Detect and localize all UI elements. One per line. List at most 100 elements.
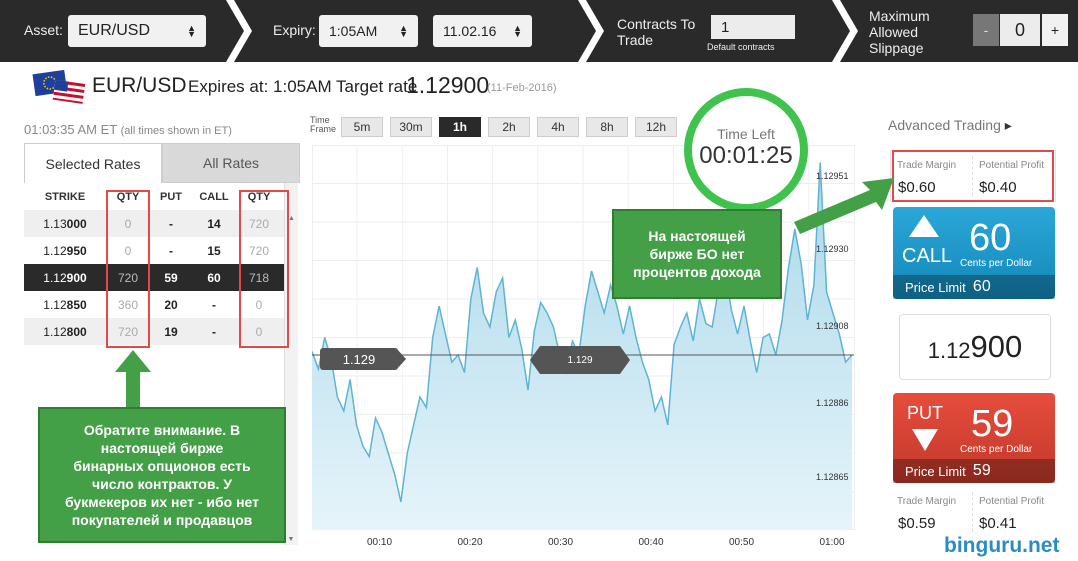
- advanced-trading-link[interactable]: Advanced Trading ▸: [888, 117, 1012, 134]
- put-trade-margin-value: $0.59: [898, 515, 936, 532]
- timeframe-label-line2: Frame: [310, 124, 337, 134]
- slippage-label: Maximum Allowed Slippage: [869, 8, 930, 56]
- date-note: (11-Feb-2016): [487, 82, 557, 94]
- right-note-line: процентов дохода: [633, 264, 761, 280]
- call-cents-label: Cents per Dollar: [960, 258, 1033, 269]
- timeframe-2h-button[interactable]: 2h: [488, 117, 530, 137]
- contracts-label-line1: Contracts To: [617, 16, 696, 32]
- right-note-line: бирже БО нет: [649, 246, 745, 262]
- col-put: PUT: [160, 190, 182, 203]
- slippage-input[interactable]: 0: [1000, 14, 1040, 46]
- current-tag-left-arrow-icon: [530, 346, 540, 374]
- timeframe-4h-button[interactable]: 4h: [537, 117, 579, 137]
- strike-suffix: 800: [66, 324, 87, 339]
- call-cell[interactable]: 14: [192, 210, 236, 237]
- timeframe-label: Time Frame: [310, 116, 336, 134]
- current-time: 01:03:35 AM ET (all times shown in ET): [24, 122, 232, 137]
- asset-select[interactable]: EUR/USD ▲ ▼: [68, 15, 206, 47]
- slippage-increase-button[interactable]: +: [1042, 14, 1068, 46]
- put-margin-divider: [972, 492, 973, 532]
- timeframe-30m-button[interactable]: 30m: [390, 117, 432, 137]
- select-arrows-icon: ▲ ▼: [399, 23, 408, 39]
- strike-prefix: 1.12: [43, 324, 67, 339]
- call-cell[interactable]: -: [192, 318, 236, 345]
- call-price-limit-label: Price Limit: [905, 279, 966, 295]
- strike-cell: 1.12 950: [24, 237, 106, 264]
- put-button[interactable]: PUT 59 Cents per Dollar Price Limit 59: [893, 393, 1055, 483]
- strike-cell: 1.12 850: [24, 291, 106, 318]
- put-cell[interactable]: 59: [150, 264, 192, 291]
- arrow-down-icon: [912, 429, 938, 451]
- call-cell[interactable]: 60: [192, 264, 236, 291]
- contracts-input[interactable]: 1: [711, 15, 795, 39]
- call-button[interactable]: CALL 60 Cents per Dollar Price Limit 60: [893, 207, 1055, 299]
- current-price-tag: 1.129: [540, 346, 620, 374]
- contracts-label: Contracts To Trade: [617, 16, 695, 48]
- expiry-label: Expiry:: [273, 22, 316, 38]
- call-price: 60: [969, 217, 1012, 259]
- chevron-divider-icon: [226, 0, 252, 62]
- strike-prefix: 1.12: [43, 270, 67, 285]
- qty-put-highlight: [106, 190, 150, 348]
- select-arrows-icon: ▲ ▼: [513, 23, 522, 39]
- strike-suffix: 000: [66, 216, 87, 231]
- advanced-trading-label: Advanced Trading: [888, 117, 1001, 133]
- x-tick-label: 01:00: [819, 537, 845, 548]
- put-price-limit: Price Limit 59: [893, 459, 1055, 483]
- current-price-box: 1.12 900: [899, 314, 1051, 380]
- x-tick-label: 00:50: [729, 537, 755, 548]
- y-tick-label: 1.12930: [816, 244, 849, 254]
- current-tag-right-arrow-icon: [620, 346, 630, 374]
- timeframe-1h-button[interactable]: 1h: [439, 117, 481, 137]
- strike-cell: 1.13 000: [24, 210, 106, 237]
- x-tick-label: 00:20: [457, 537, 483, 548]
- time-left-label: Time Left: [717, 126, 775, 142]
- left-note-line: число контрактов. У: [91, 476, 232, 492]
- contracts-note: Обратите внимание. В настоящей бирже бин…: [38, 407, 286, 543]
- expires-text: Expires at: 1:05AM Target rate: [188, 77, 418, 96]
- timeframe-5m-button[interactable]: 5m: [341, 117, 383, 137]
- rates-tabs: Selected Rates All Rates: [24, 143, 300, 183]
- eur-usd-flag-icon: [32, 70, 86, 104]
- watermark: binguru.net: [944, 534, 1060, 557]
- slippage-decrease-button[interactable]: -: [973, 14, 999, 46]
- asset-title: EUR/USD: [92, 74, 187, 97]
- right-note-line: На настоящей: [648, 228, 746, 244]
- call-cell[interactable]: 15: [192, 237, 236, 264]
- x-tick-label: 00:10: [367, 537, 393, 548]
- expiry-date-value: 11.02.16: [443, 23, 497, 39]
- put-price-limit-label: Price Limit: [905, 463, 966, 479]
- scroll-down-icon[interactable]: ▼: [285, 536, 297, 543]
- strike-suffix: 850: [66, 297, 87, 312]
- tab-selected-rates[interactable]: Selected Rates: [24, 143, 162, 183]
- margin-profit-highlight: [892, 150, 1054, 202]
- put-cell[interactable]: -: [150, 237, 192, 264]
- select-arrows-icon: ▲ ▼: [187, 23, 196, 39]
- current-price-prefix: 1.12: [927, 338, 971, 363]
- timeframe-8h-button[interactable]: 8h: [586, 117, 628, 137]
- strike-cell: 1.12 900: [24, 264, 106, 291]
- tab-all-rates[interactable]: All Rates: [162, 143, 300, 183]
- put-cell[interactable]: 19: [150, 318, 192, 345]
- left-note-line: покупателей и продавцов: [71, 512, 253, 528]
- col-strike: STRIKE: [44, 190, 86, 203]
- call-cell[interactable]: -: [192, 291, 236, 318]
- strike-price-tag: 1.129: [320, 348, 398, 370]
- current-price-suffix: 900: [970, 329, 1023, 364]
- expiry-date-select[interactable]: 11.02.16 ▲ ▼: [433, 15, 532, 47]
- contracts-input-value: 1: [721, 18, 730, 36]
- default-contracts-label: Default contracts: [707, 42, 775, 52]
- put-trade-margin-label: Trade Margin: [897, 496, 957, 507]
- put-price: 59: [971, 403, 1014, 445]
- strike-suffix: 950: [66, 243, 87, 258]
- put-cell[interactable]: -: [150, 210, 192, 237]
- left-note-line: букмекеров их нет - ибо нет: [64, 494, 260, 510]
- expiry-time-select[interactable]: 1:05AM ▲ ▼: [319, 15, 418, 47]
- clock-value: 01:03:35 AM ET: [24, 122, 117, 137]
- put-cell[interactable]: 20: [150, 291, 192, 318]
- strike-prefix: 1.12: [43, 243, 67, 258]
- asset-select-value: EUR/USD: [78, 22, 151, 39]
- slippage-label-line1: Maximum: [869, 8, 930, 24]
- asset-label: Asset:: [24, 22, 63, 38]
- timeframe-12h-button[interactable]: 12h: [635, 117, 677, 137]
